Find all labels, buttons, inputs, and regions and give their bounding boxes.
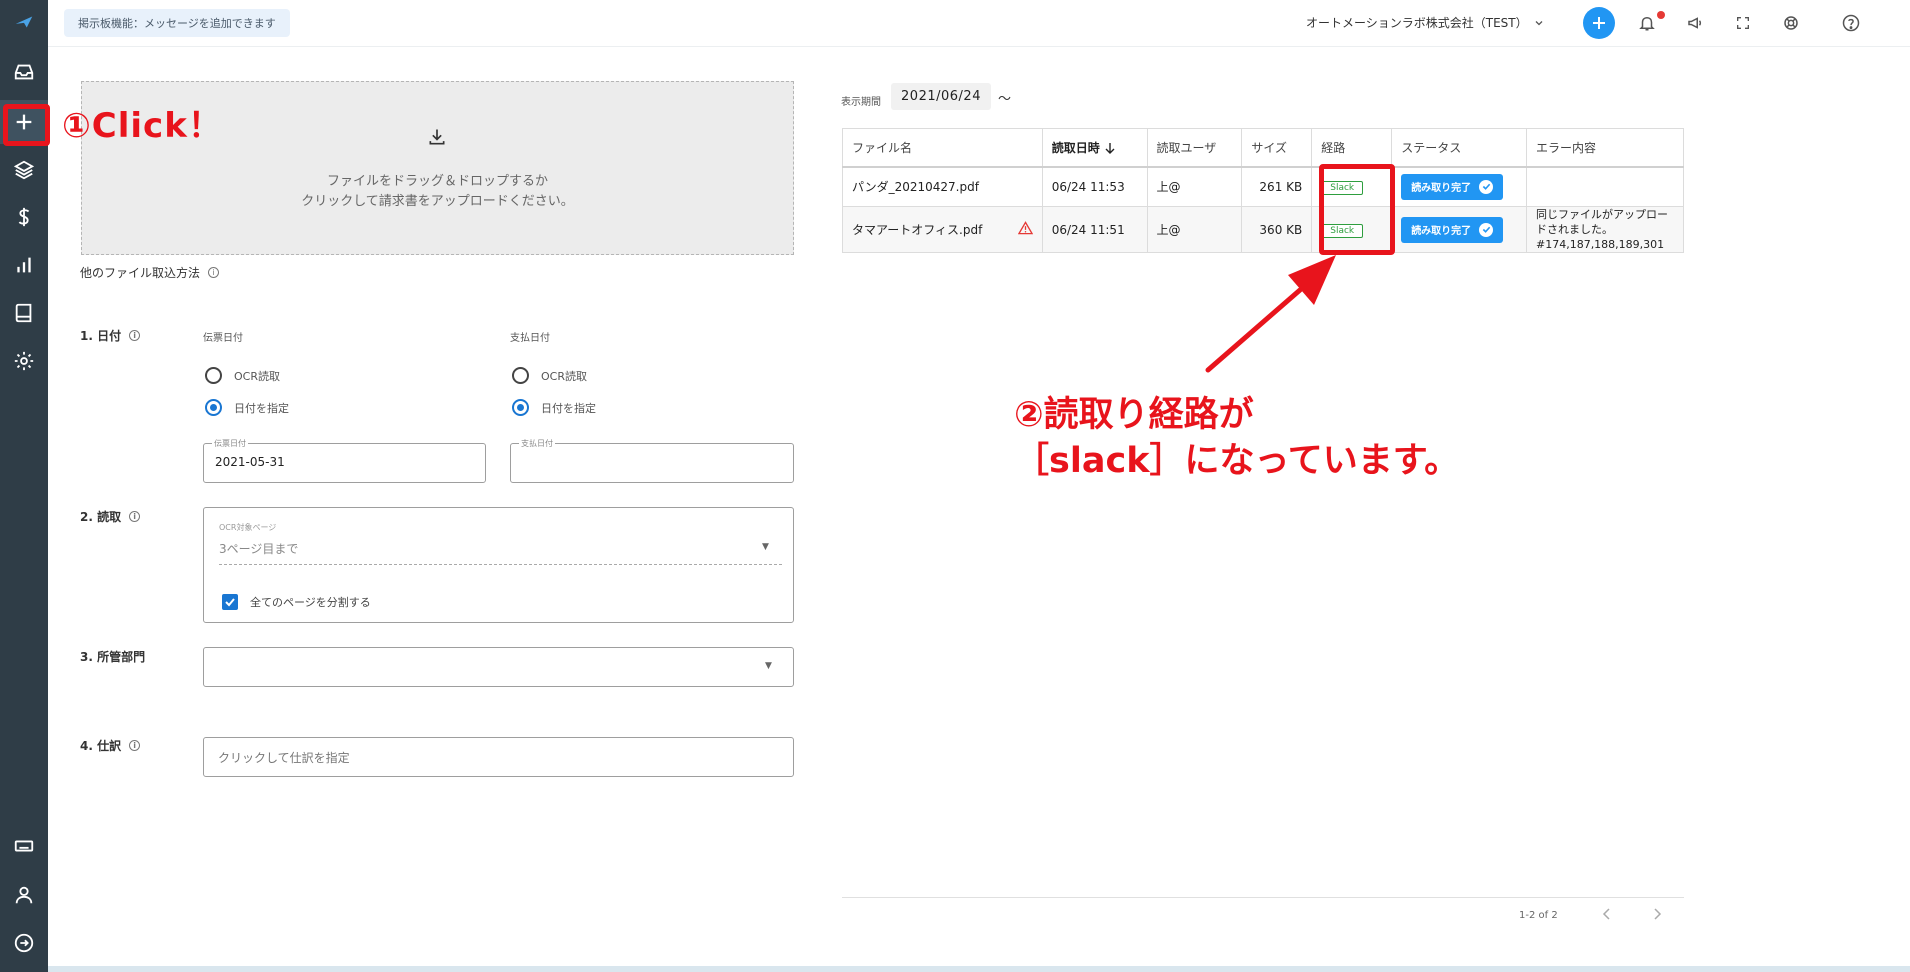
- bottom-scroll-strip: [48, 966, 1910, 972]
- annotation-arrow: [1205, 255, 1336, 373]
